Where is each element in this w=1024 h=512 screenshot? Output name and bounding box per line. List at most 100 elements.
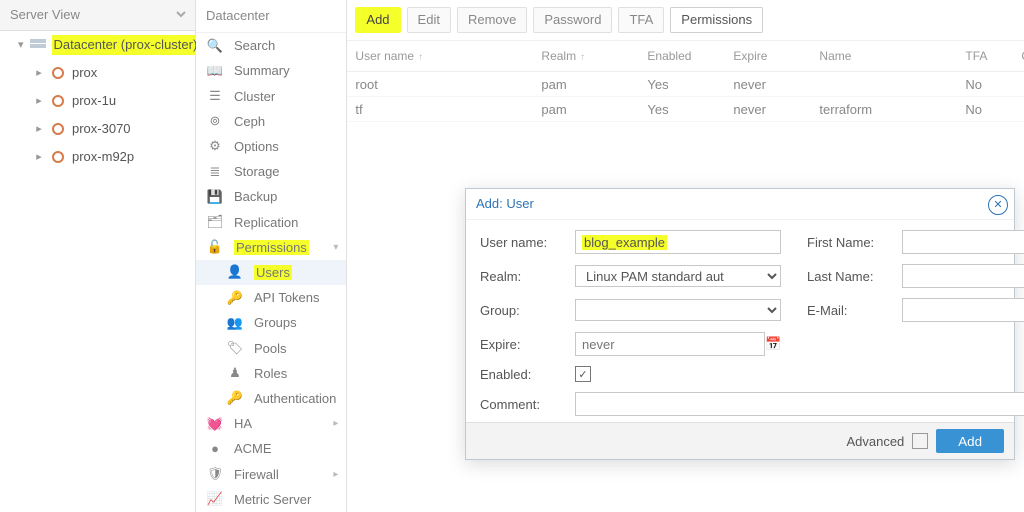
breadcrumb: Datacenter bbox=[196, 0, 346, 33]
tags-icon: 🏷 bbox=[226, 340, 244, 356]
tree-node-label: prox bbox=[72, 63, 97, 83]
modal-title: Add: User bbox=[476, 196, 534, 211]
chevron-right-icon: ▸ bbox=[333, 469, 338, 480]
tree-node-datacenter[interactable]: ▾ Datacenter (prox-cluster) bbox=[0, 31, 195, 59]
label-group: Group: bbox=[480, 303, 575, 318]
server-view-label: Server View bbox=[10, 7, 80, 22]
server-view-header[interactable]: Server View bbox=[0, 0, 195, 31]
user-icon: 👤 bbox=[226, 264, 244, 280]
label-firstname: First Name: bbox=[807, 235, 902, 250]
menu-backup[interactable]: 💾Backup bbox=[196, 184, 346, 209]
username-value[interactable]: blog_example bbox=[582, 235, 667, 250]
enabled-checkbox[interactable]: ✓ bbox=[575, 366, 591, 382]
edit-button[interactable]: Edit bbox=[407, 7, 451, 33]
certificate-icon: ● bbox=[206, 441, 224, 456]
menu-cluster[interactable]: ☰Cluster bbox=[196, 83, 346, 108]
node-icon bbox=[50, 121, 66, 137]
tree-node[interactable]: ▸ prox bbox=[0, 59, 195, 87]
unlock-icon: 🔓 bbox=[206, 239, 224, 255]
menu-options[interactable]: ⚙Options bbox=[196, 134, 346, 159]
server-icon bbox=[30, 37, 46, 53]
realm-select[interactable]: Linux PAM standard aut bbox=[575, 265, 781, 287]
heartbeat-icon: 💓 bbox=[206, 416, 224, 432]
key-icon: 🔑 bbox=[226, 290, 244, 306]
col-name[interactable]: Name bbox=[811, 49, 957, 63]
modal-add-button[interactable]: Add bbox=[936, 429, 1004, 453]
node-icon bbox=[50, 149, 66, 165]
menu-acme[interactable]: ●ACME bbox=[196, 436, 346, 461]
permissions-button[interactable]: Permissions bbox=[670, 7, 763, 33]
advanced-checkbox[interactable] bbox=[912, 433, 928, 449]
menu-roles[interactable]: ♟Roles bbox=[196, 361, 346, 386]
expand-icon: ▸ bbox=[34, 147, 44, 167]
expire-input[interactable] bbox=[575, 332, 765, 356]
menu-pools[interactable]: 🏷Pools bbox=[196, 335, 346, 360]
menu-search[interactable]: 🔍Search bbox=[196, 33, 346, 58]
replication-icon: 🗂 bbox=[206, 214, 224, 230]
tree-node-label: prox-1u bbox=[72, 91, 116, 111]
remove-button[interactable]: Remove bbox=[457, 7, 527, 33]
lastname-input[interactable] bbox=[902, 264, 1024, 288]
tree-node[interactable]: ▸ prox-3070 bbox=[0, 115, 195, 143]
col-enabled[interactable]: Enabled bbox=[639, 49, 725, 63]
label-email: E-Mail: bbox=[807, 303, 902, 318]
menu-ceph[interactable]: ⊚Ceph bbox=[196, 109, 346, 134]
sort-asc-icon: ↑ bbox=[580, 52, 585, 63]
save-icon: 💾 bbox=[206, 189, 224, 205]
col-realm[interactable]: Realm↑ bbox=[533, 49, 639, 63]
col-username[interactable]: User name↑ bbox=[347, 49, 533, 63]
label-lastname: Last Name: bbox=[807, 269, 902, 284]
col-tfa[interactable]: TFA bbox=[957, 49, 1013, 63]
storage-icon: ≣ bbox=[206, 164, 224, 180]
tree-node-label: prox-3070 bbox=[72, 119, 131, 139]
book-icon: 📖 bbox=[206, 63, 224, 79]
menu-users[interactable]: 👤Users bbox=[196, 260, 346, 285]
chevron-down-icon bbox=[175, 8, 187, 20]
menu-replication[interactable]: 🗂Replication bbox=[196, 209, 346, 234]
shield-icon: 🛡 bbox=[206, 466, 224, 482]
comment-input[interactable] bbox=[575, 392, 1024, 416]
menu-authentication[interactable]: 🔑Authentication bbox=[196, 386, 346, 411]
table-row[interactable]: root pam Yes never No bbox=[347, 72, 1024, 97]
menu-ha[interactable]: 💓HA▸ bbox=[196, 411, 346, 436]
menu-permissions[interactable]: 🔓Permissions▾ bbox=[196, 235, 346, 260]
tree-node-label: Datacenter (prox-cluster) bbox=[52, 35, 200, 55]
chart-icon: 📈 bbox=[206, 491, 224, 507]
close-icon[interactable]: ✕ bbox=[988, 195, 1008, 215]
label-enabled: Enabled: bbox=[480, 367, 575, 382]
firstname-input[interactable] bbox=[902, 230, 1024, 254]
node-icon bbox=[50, 93, 66, 109]
label-realm: Realm: bbox=[480, 269, 575, 284]
menu-groups[interactable]: 👥Groups bbox=[196, 310, 346, 335]
calendar-icon[interactable]: 📅 bbox=[765, 336, 781, 352]
password-button[interactable]: Password bbox=[533, 7, 612, 33]
menu-summary[interactable]: 📖Summary bbox=[196, 58, 346, 83]
group-select[interactable] bbox=[575, 299, 781, 321]
cluster-icon: ☰ bbox=[206, 88, 224, 104]
chevron-down-icon: ▾ bbox=[333, 242, 338, 253]
node-icon bbox=[50, 65, 66, 81]
expand-icon: ▸ bbox=[34, 63, 44, 83]
expand-icon: ▸ bbox=[34, 119, 44, 139]
tree-node[interactable]: ▸ prox-m92p bbox=[0, 143, 195, 171]
menu-storage[interactable]: ≣Storage bbox=[196, 159, 346, 184]
role-icon: ♟ bbox=[226, 365, 244, 381]
gear-icon: ⚙ bbox=[206, 138, 224, 154]
email-input[interactable] bbox=[902, 298, 1024, 322]
col-expire[interactable]: Expire bbox=[725, 49, 811, 63]
table-row[interactable]: tf pam Yes never terraform No bbox=[347, 97, 1024, 122]
chevron-right-icon: ▸ bbox=[333, 418, 338, 429]
menu-firewall[interactable]: 🛡Firewall▸ bbox=[196, 461, 346, 486]
add-user-modal: Add: User ✕ User name: blog_example Firs… bbox=[465, 188, 1015, 460]
tree-node-label: prox-m92p bbox=[72, 147, 134, 167]
expand-icon: ▸ bbox=[34, 91, 44, 111]
menu-api-tokens[interactable]: 🔑API Tokens bbox=[196, 285, 346, 310]
tfa-button[interactable]: TFA bbox=[618, 7, 664, 33]
col-comment[interactable]: Comment bbox=[1013, 49, 1024, 63]
menu-metric-server[interactable]: 📈Metric Server bbox=[196, 487, 346, 512]
label-username: User name: bbox=[480, 235, 575, 250]
label-expire: Expire: bbox=[480, 337, 575, 352]
add-button[interactable]: Add bbox=[355, 7, 400, 33]
tree-node[interactable]: ▸ prox-1u bbox=[0, 87, 195, 115]
search-icon: 🔍 bbox=[206, 38, 224, 54]
